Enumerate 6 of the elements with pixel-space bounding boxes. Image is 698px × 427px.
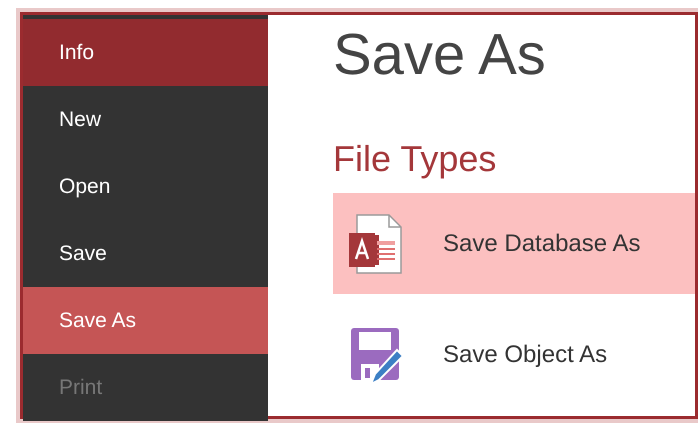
page-title: Save As — [333, 21, 547, 89]
sidebar-item[interactable]: Info — [23, 19, 268, 86]
database-file-icon — [347, 212, 405, 274]
sidebar-item[interactable]: Save As — [23, 287, 268, 354]
file-type-option[interactable]: Save Database As — [333, 193, 695, 294]
section-heading: File Types — [333, 137, 498, 181]
